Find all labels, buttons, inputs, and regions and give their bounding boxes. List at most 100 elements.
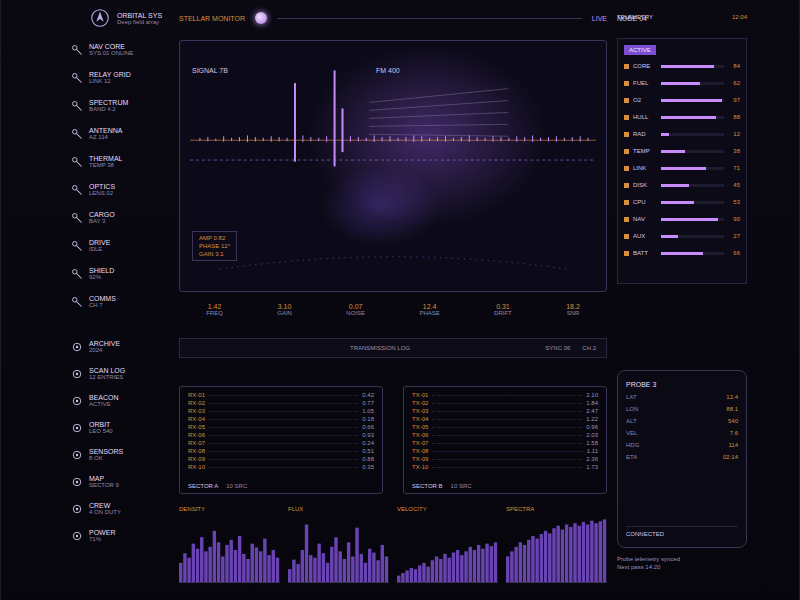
signal-bar xyxy=(437,137,438,141)
bar xyxy=(535,539,538,582)
sidebar-item[interactable]: ARCHIVE 2024 xyxy=(71,337,169,356)
table-row[interactable]: TX-04 1.22 xyxy=(412,415,598,423)
log-strip[interactable]: TRANSMISSION LOG SYNC 06 CH 2 xyxy=(179,338,607,358)
sidebar-item[interactable]: SHIELD 92% xyxy=(71,264,169,283)
table-row[interactable]: RX-05 0.66 xyxy=(188,423,374,431)
sidebar-item[interactable]: NAV CORE SYS 01 ONLINE xyxy=(71,40,169,59)
signal-bar xyxy=(342,108,344,152)
row-value: 2.36 xyxy=(586,456,598,462)
telemetry-row[interactable]: CORE 84 xyxy=(624,60,740,72)
telemetry-label: TEMP xyxy=(633,148,657,154)
sidebar-item[interactable]: THERMAL TEMP 38 xyxy=(71,152,169,171)
bar xyxy=(355,528,358,582)
stat: 18.2 SNR xyxy=(566,303,580,316)
sidebar-item[interactable]: ANTENNA AZ 114 xyxy=(71,124,169,143)
table-row[interactable]: RX-07 0.24 xyxy=(188,439,374,447)
telemetry-value: 27 xyxy=(728,233,740,239)
table-row[interactable]: RX-04 0.18 xyxy=(188,415,374,423)
table-row[interactable]: RX-01 0.42 xyxy=(188,391,374,399)
telemetry-row[interactable]: TEMP 38 xyxy=(624,145,740,157)
sidebar-item[interactable]: OPTICS LENS 02 xyxy=(71,180,169,199)
sidebar-item[interactable]: SENSORS 8 OK xyxy=(71,445,169,464)
node-icon xyxy=(71,503,83,515)
telemetry-row[interactable]: NAV 90 xyxy=(624,213,740,225)
sidebar-item[interactable]: ORBIT LEO 540 xyxy=(71,418,169,437)
device-label: LON xyxy=(626,406,638,412)
device-value: 88.1 xyxy=(726,406,738,412)
bar xyxy=(494,542,497,582)
device-status[interactable]: CONNECTED xyxy=(626,526,738,537)
stat-value: 3.10 xyxy=(278,303,292,310)
telemetry-row[interactable]: DISK 45 xyxy=(624,179,740,191)
table-row[interactable]: TX-01 2.10 xyxy=(412,391,598,399)
table-row[interactable]: RX-03 1.05 xyxy=(188,407,374,415)
strip-channel: CH 2 xyxy=(582,345,596,351)
stat-value: 0.31 xyxy=(496,303,510,310)
bar xyxy=(192,544,195,582)
signal-chart: SIGNAL 7B FM 400 AMP 0.82PHASE 12°GAIN 3… xyxy=(179,40,607,292)
table-row[interactable]: RX-09 0.88 xyxy=(188,455,374,463)
table-row[interactable]: TX-06 2.03 xyxy=(412,431,598,439)
sidebar-item[interactable]: MAP SECTOR 9 xyxy=(71,472,169,491)
tool-icon xyxy=(71,156,83,168)
bar xyxy=(221,556,224,582)
signal-bar xyxy=(453,138,454,141)
sidebar-sub: SECTOR 9 xyxy=(89,482,119,488)
row-key: RX-04 xyxy=(188,416,205,422)
sidebar-item[interactable]: POWER 71% xyxy=(71,526,169,545)
telemetry-row[interactable]: CPU 53 xyxy=(624,196,740,208)
table-row[interactable]: TX-10 1.73 xyxy=(412,463,598,471)
bar xyxy=(313,558,316,582)
telemetry-value: 12 xyxy=(728,131,740,137)
header-rule xyxy=(277,18,582,19)
device-row: ALT 540 xyxy=(626,418,738,424)
sidebar-item[interactable]: COMMS CH 7 xyxy=(71,292,169,311)
bar xyxy=(187,558,190,582)
table-row[interactable]: TX-03 2.47 xyxy=(412,407,598,415)
row-value: 0.35 xyxy=(362,464,374,470)
sidebar-item[interactable]: BEACON ACTIVE xyxy=(71,391,169,410)
telemetry-row[interactable]: O2 97 xyxy=(624,94,740,106)
row-key: TX-06 xyxy=(412,432,428,438)
sidebar-sub: LINK 12 xyxy=(89,78,131,84)
tool-icon xyxy=(71,212,83,224)
telemetry-row[interactable]: RAD 12 xyxy=(624,128,740,140)
level-meter xyxy=(661,184,724,187)
table-row[interactable]: TX-05 0.96 xyxy=(412,423,598,431)
telemetry-row[interactable]: HULL 88 xyxy=(624,111,740,123)
table-row[interactable]: RX-08 0.51 xyxy=(188,447,374,455)
signal-bar xyxy=(572,137,573,141)
marker-icon xyxy=(624,251,629,256)
telemetry-label: O2 xyxy=(633,97,657,103)
bar xyxy=(578,526,581,582)
table-row[interactable]: RX-02 0.77 xyxy=(188,399,374,407)
signal-bar xyxy=(382,137,383,141)
telemetry-row[interactable]: LINK 71 xyxy=(624,162,740,174)
telemetry-row[interactable]: AUX 27 xyxy=(624,230,740,242)
signal-bar xyxy=(199,138,200,141)
row-value: 0.24 xyxy=(362,440,374,446)
sidebar-item[interactable]: CARGO BAY 3 xyxy=(71,208,169,227)
table-row[interactable]: RX-10 0.35 xyxy=(188,463,374,471)
table-row[interactable]: RX-06 0.93 xyxy=(188,431,374,439)
table-row[interactable]: TX-07 1.58 xyxy=(412,439,598,447)
table-row[interactable]: TX-09 2.36 xyxy=(412,455,598,463)
sidebar-item[interactable]: SPECTRUM BAND 4.2 xyxy=(71,96,169,115)
sidebar-item[interactable]: RELAY GRID LINK 12 xyxy=(71,68,169,87)
row-value: 1.22 xyxy=(586,416,598,422)
device-value: 02:14 xyxy=(723,454,738,460)
row-key: RX-05 xyxy=(188,424,205,430)
telemetry-value: 97 xyxy=(728,97,740,103)
stat: 1.42 FREQ xyxy=(206,303,223,316)
bar xyxy=(582,522,585,582)
telemetry-row[interactable]: BATT 66 xyxy=(624,247,740,259)
table-row[interactable]: TX-08 1.11 xyxy=(412,447,598,455)
level-meter xyxy=(661,150,724,153)
sidebar-item[interactable]: DRIVE IDLE xyxy=(71,236,169,255)
bar xyxy=(531,536,534,582)
telemetry-row[interactable]: FUEL 62 xyxy=(624,77,740,89)
sidebar-item[interactable]: CREW 4 ON DUTY xyxy=(71,499,169,518)
table-row[interactable]: TX-02 1.84 xyxy=(412,399,598,407)
tool-icon xyxy=(71,268,83,280)
sidebar-item[interactable]: SCAN LOG 12 ENTRIES xyxy=(71,364,169,383)
